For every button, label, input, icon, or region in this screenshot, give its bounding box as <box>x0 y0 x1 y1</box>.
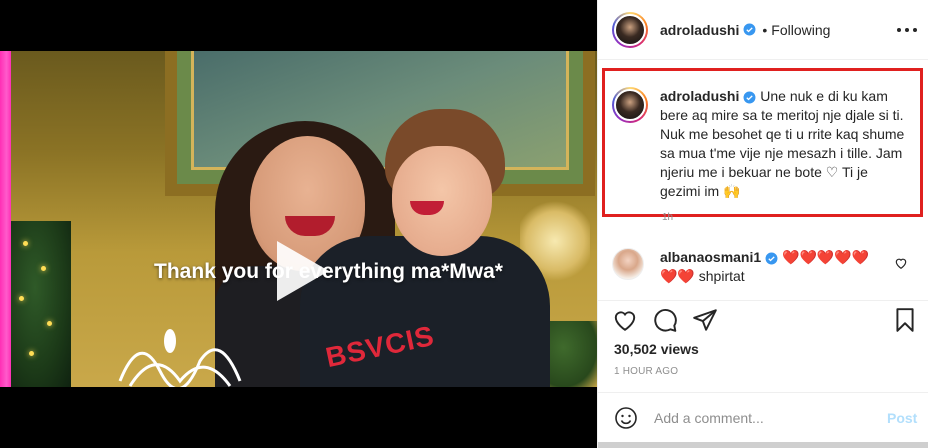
caption-username[interactable]: adroladushi <box>660 88 739 104</box>
pink-edge <box>0 51 11 387</box>
comment-username[interactable]: albanaosmani1 <box>660 249 761 265</box>
post-button[interactable]: Post <box>887 410 917 426</box>
caption: adroladushi Une nuk e di ku kam bere aq … <box>612 87 912 201</box>
verified-badge-icon <box>743 91 756 104</box>
verified-badge-icon <box>765 252 778 265</box>
scribble-drawing <box>118 329 242 387</box>
header-username[interactable]: adroladushi <box>660 22 739 38</box>
action-bar <box>598 300 928 340</box>
christmas-tree <box>11 221 71 387</box>
comment-input[interactable] <box>654 409 869 426</box>
post-sidebar: adroladushi • Following adroladushi Une … <box>597 0 928 448</box>
post-header: adroladushi • Following <box>598 0 928 60</box>
like-heart-icon[interactable] <box>612 307 638 333</box>
add-comment-bar: Post <box>598 392 928 442</box>
comment-bubble-icon[interactable] <box>652 307 678 333</box>
more-options-icon[interactable] <box>897 20 917 40</box>
following-button[interactable]: Following <box>771 22 830 38</box>
bottom-scroll-bar <box>598 442 928 448</box>
video-player[interactable]: BSVCIS Thank you for everything ma*Mwa* <box>0 51 597 387</box>
media-area: BSVCIS Thank you for everything ma*Mwa* <box>0 0 597 448</box>
avatar[interactable] <box>612 11 648 48</box>
caption-text: Une nuk e di ku kam bere aq mire sa te m… <box>660 88 905 199</box>
post-timestamp: 1 HOUR AGO <box>614 366 679 377</box>
view-count[interactable]: 30,502 views <box>614 341 699 357</box>
share-paper-plane-icon[interactable] <box>692 307 718 333</box>
comment-item: albanaosmani1 ❤️❤️❤️❤️❤️ ❤️❤️ shpirtat <box>612 248 922 286</box>
caption-avatar[interactable] <box>612 87 648 123</box>
comment-avatar[interactable] <box>612 248 644 280</box>
separator-dot: • <box>762 21 768 38</box>
play-icon[interactable] <box>263 235 335 307</box>
comment-like-heart-icon[interactable] <box>894 256 908 270</box>
comment-text: shpirtat <box>698 268 745 284</box>
emoji-icon[interactable] <box>614 406 638 430</box>
bookmark-icon[interactable] <box>892 307 918 333</box>
caption-time: 1h <box>662 212 674 223</box>
verified-badge-icon <box>743 23 756 36</box>
